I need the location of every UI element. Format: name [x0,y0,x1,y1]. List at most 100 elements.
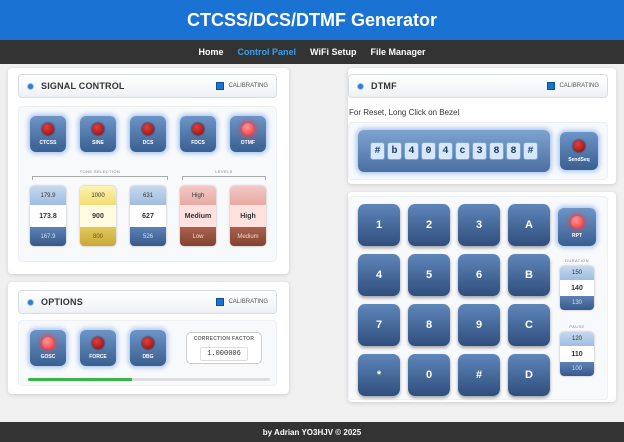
led-icon [142,122,154,135]
keypad-key[interactable]: D [508,354,550,396]
keypad-panel: 1 2 3 A 4 5 6 B 7 8 9 C * 0 # D RPT DURATION 150 140 13… [348,196,608,400]
spinner-value: 627 [130,205,166,227]
led-icon [42,122,54,135]
signal-control-card: SIGNAL CONTROL CALIBRATING CTCSS SINE DC… [8,68,289,274]
keypad-key[interactable]: 8 [408,304,450,346]
spinner-value: 900 [80,205,116,227]
force-toggle-button[interactable]: FORCE [80,330,116,366]
pause-spinner[interactable]: 120 110 100 [560,332,594,376]
sine-tone-spinner[interactable]: 1000 900 800 [80,186,116,246]
spinner-next[interactable]: 100 [560,362,594,376]
keypad-key[interactable]: C [508,304,550,346]
footer-text: by Adrian YO3HJV © 2025 [262,427,362,437]
spinner-prev[interactable]: 179.9 [30,186,66,205]
ctcss-toggle-button[interactable]: CTCSS [30,116,66,152]
ctcss-tone-spinner[interactable]: 179.9 173.8 167.9 [30,186,66,246]
calibrating-label: CALIBRATING [228,83,268,89]
tone-selection-label: TONE SELECTION [79,169,121,174]
nav-wifi-setup[interactable]: WiFi Setup [310,47,356,57]
dtmf-toggle-button[interactable]: DTMF [230,116,266,152]
keypad-key[interactable]: 5 [408,254,450,296]
sine-label: SINE [92,139,104,146]
nav-control-panel[interactable]: Control Panel [238,47,297,57]
dtmf-digit: 4 [438,142,453,160]
spinner-prev[interactable]: 120 [560,332,594,346]
gosc-toggle-button[interactable]: GOSC [30,330,66,366]
keypad-key[interactable]: 1 [358,204,400,246]
nav-home[interactable]: Home [199,47,224,57]
calibrating-checkbox-icon[interactable] [216,298,225,306]
top-nav: Home Control Panel WiFi Setup File Manag… [0,40,624,64]
dbg-label: DBG [142,353,154,360]
force-label: FORCE [89,353,107,360]
spinner-value: 110 [560,346,594,362]
keypad-key[interactable]: 4 [358,254,400,296]
dtmf-digit: 8 [506,142,521,160]
keypad-key[interactable]: 6 [458,254,500,296]
repeat-button[interactable]: RPT [558,208,596,246]
spinner-prev[interactable]: 631 [130,186,166,205]
correction-factor-input[interactable]: 1.000006 [200,346,248,361]
levels-label: LEVELS [215,169,233,174]
dtmf-label: DTMF [241,139,255,146]
spinner-next[interactable]: 167.9 [30,227,66,246]
dtmf-digit: b [387,142,402,160]
keypad-key[interactable]: A [508,204,550,246]
progress-fill [28,378,133,381]
spinner-prev[interactable] [230,186,266,205]
spinner-next[interactable]: Medium [230,227,266,246]
keypad-key[interactable]: 2 [408,204,450,246]
signal-control-title: SIGNAL CONTROL [41,81,125,91]
calibrating-checkbox-icon[interactable] [547,82,556,90]
levels-bracket [182,176,266,180]
led-icon [573,139,585,152]
fdcs-label: FDCS [191,139,205,146]
options-title: OPTIONS [41,297,83,307]
fdcs-toggle-button[interactable]: FDCS [180,116,216,152]
options-header: OPTIONS CALIBRATING [18,290,277,314]
spinner-next[interactable]: 800 [80,227,116,246]
spinner-prev[interactable]: 150 [560,266,594,280]
status-dot-icon [27,82,34,90]
dbg-toggle-button[interactable]: DBG [130,330,166,366]
calibrating-status: CALIBRATING [216,82,268,90]
status-dot-icon [27,298,34,306]
keypad-key[interactable]: 7 [358,304,400,346]
keypad-key[interactable]: B [508,254,550,296]
dtmf-sequence-display[interactable]: # b 4 0 4 c 3 8 8 # [358,130,550,172]
dtmf-digit: 8 [489,142,504,160]
keypad-key[interactable]: # [458,354,500,396]
calibrating-label: CALIBRATING [559,83,599,89]
spinner-next[interactable]: 130 [560,296,594,310]
level-spinner-1[interactable]: High Medium Low [180,186,216,246]
dcs-code-spinner[interactable]: 631 627 526 [130,186,166,246]
keypad-key[interactable]: 9 [458,304,500,346]
spinner-value: 173.8 [30,205,66,227]
calibrating-status: CALIBRATING [216,298,268,306]
keypad-key[interactable]: * [358,354,400,396]
spinner-next[interactable]: 526 [130,227,166,246]
gosc-label: GOSC [40,353,56,360]
calibrating-checkbox-icon[interactable] [216,82,225,90]
dcs-toggle-button[interactable]: DCS [130,116,166,152]
repeat-label: RPT [572,232,582,239]
level-spinner-2[interactable]: High Medium [230,186,266,246]
correction-factor-box: CORRECTION FACTOR 1.000006 [186,332,262,364]
keypad-key[interactable]: 3 [458,204,500,246]
calibrating-label: CALIBRATING [228,299,268,305]
send-sequence-button[interactable]: SendSeq [560,132,598,170]
duration-label: DURATION [565,258,589,263]
dtmf-digit: 0 [421,142,436,160]
led-on-icon [571,215,583,228]
spinner-value: Medium [180,205,216,227]
pause-label: PAUSE [569,324,585,329]
dtmf-digit: 4 [404,142,419,160]
dcs-label: DCS [142,139,154,146]
duration-spinner[interactable]: 150 140 130 [560,266,594,310]
spinner-prev[interactable]: 1000 [80,186,116,205]
keypad-key[interactable]: 0 [408,354,450,396]
spinner-next[interactable]: Low [180,227,216,246]
sine-toggle-button[interactable]: SINE [80,116,116,152]
spinner-prev[interactable]: High [180,186,216,205]
nav-file-manager[interactable]: File Manager [370,47,425,57]
